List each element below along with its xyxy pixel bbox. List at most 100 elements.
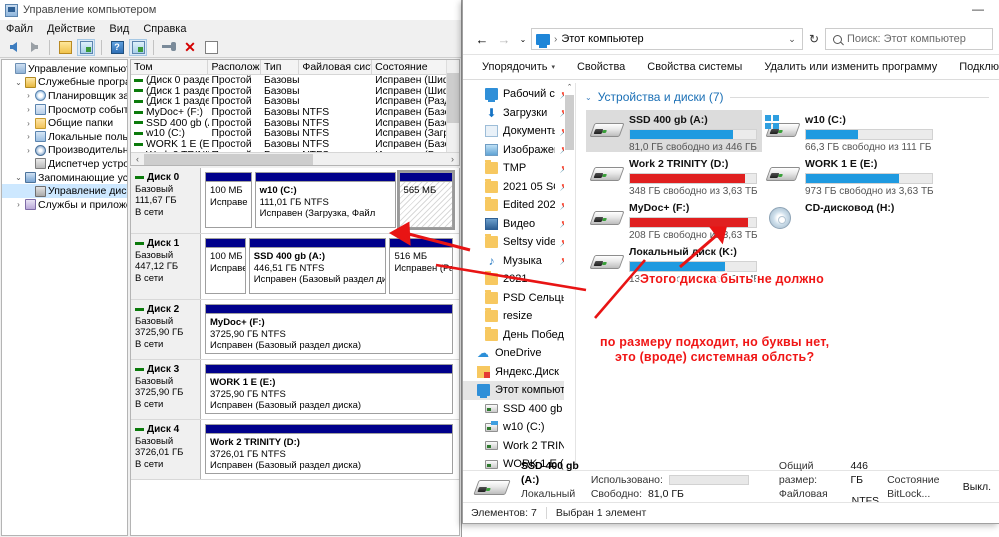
chevron-down-icon[interactable]: ⌄ [14,78,23,87]
chevron-down-icon[interactable]: ⌄ [585,93,592,102]
nav-item-11[interactable]: PSD Сельцы [463,289,575,308]
scroll-track[interactable] [144,153,446,165]
drive-tile[interactable]: CD-дисковод (H:) [762,198,938,240]
help-button[interactable]: ? [108,39,126,56]
nav-item-7[interactable]: Видео📌 [463,215,575,234]
menu-file[interactable]: Файл [6,23,33,35]
partition[interactable]: WORK 1 E (E:) 3725,90 ГБ NTFS Исправен (Ба… [205,364,453,414]
export-list-button[interactable] [202,39,220,56]
chevron-down-icon[interactable]: ⌄ [14,173,23,182]
volume-row[interactable]: (Диск 1 раздел 1)ПростойБазовыйИсправен … [131,86,459,97]
tree-item-5[interactable]: › Локальные пользоват [2,130,127,144]
properties-button[interactable] [77,38,95,56]
up-folder-button[interactable] [56,39,74,56]
tree-item-7[interactable]: Диспетчер устройств [2,157,127,171]
nav-item-3[interactable]: Изображени📌 [463,141,575,160]
nav-item-17[interactable]: SSD 400 gb (A:) [463,400,575,419]
nav-item-1[interactable]: ⬇Загрузки📌 [463,104,575,123]
scroll-right-icon[interactable]: › [446,154,459,164]
address-dropdown-icon[interactable]: ⌄ [784,34,800,45]
nav-item-5[interactable]: 2021 05 SOUL📌 [463,178,575,197]
volume-list[interactable]: Том Расположение Тип Файловая система Со… [130,59,460,166]
volume-row[interactable]: SSD 400 gb (A:)ПростойБазовыйNTFSИсправе… [131,118,459,129]
disk-row[interactable]: Диск 3 Базовый 3725,90 ГБ В сети WORK 1 E (E… [131,360,459,420]
col-fs[interactable]: Файловая система [299,60,373,74]
menu-view[interactable]: Вид [109,23,129,35]
tree-item-2[interactable]: › Планировщик заданий [2,89,127,103]
minimize-button[interactable]: — [963,0,993,18]
nav-pane-scrollbar[interactable]: ⌃ ⌄ [564,83,575,470]
drive-tile[interactable]: MyDoc+ (F:) 208 ГБ свободно из 3,63 ТБ [586,198,762,241]
partition[interactable]: 100 МБ Исправе [205,238,246,294]
chevron-right-icon[interactable]: › [24,91,33,100]
volume-row[interactable]: MyDoc+ (F:)ПростойБазовыйNTFSИсправен (Б… [131,107,459,118]
chevron-right-icon[interactable]: › [24,119,33,128]
volume-row[interactable]: (Диск 0 раздел 2)ПростойБазовыйИсправен … [131,75,459,86]
back-button[interactable]: ← [471,28,493,50]
partition[interactable]: 516 МБ Исправен (Ра [389,238,453,294]
forward-button[interactable]: → [493,28,515,50]
partition[interactable]: w10 (C:) 111,01 ГБ NTFS Исправен (Загрузка… [254,172,396,228]
map-network-drive-button[interactable]: Подключить сетевой диск [948,56,999,78]
disk-info[interactable]: Диск 4 Базовый 3726,01 ГБ В сети [131,420,201,479]
disk-graphical-view[interactable]: Диск 0 Базовый 111,67 ГБ В сети 100 МБ Исправ… [130,168,460,536]
drive-tile[interactable]: SSD 400 gb (A:) 81,0 ГБ свободно из 446 Г… [586,110,762,153]
disk-row[interactable]: Диск 2 Базовый 3725,90 ГБ В сети MyDoc+ (F:)… [131,300,459,360]
partition[interactable]: SSD 400 gb (A:) 446,51 ГБ NTFS Исправен (Б… [248,238,387,294]
drive-tile[interactable]: w10 (C:) 66,3 ГБ свободно из 111 ГБ [762,110,938,153]
scroll-up-icon[interactable]: ⌃ [564,83,575,94]
scroll-thumb[interactable] [144,153,314,165]
system-properties-button[interactable]: Свойства системы [636,56,753,78]
tree-item-6[interactable]: › Производительность [2,144,127,158]
tree-item-10[interactable]: › Службы и приложения [2,198,127,212]
configure-button[interactable] [160,39,178,56]
col-layout[interactable]: Расположение [208,60,261,74]
nav-item-15[interactable]: Яндекс.Диск [463,363,575,382]
nav-item-2[interactable]: Документы📌 [463,122,575,141]
disk-row[interactable]: Диск 4 Базовый 3726,01 ГБ В сети Work 2 TRIN… [131,420,459,480]
menu-action[interactable]: Действие [47,23,95,35]
volume-row[interactable]: (Диск 1 раздел 4)ПростойБазовыйИсправен … [131,96,459,107]
nav-item-18[interactable]: w10 (C:) [463,418,575,437]
tree-item-8[interactable]: ⌄ Запоминающие устройст [2,171,127,185]
breadcrumb-this-pc[interactable]: Этот компьютер [561,33,643,45]
nav-item-12[interactable]: resize [463,307,575,326]
chevron-right-icon[interactable]: › [24,132,33,141]
tree-item-1[interactable]: ⌄ Служебные программы [2,76,127,90]
console-tree[interactable]: Управление компьютером (л ⌄ Служебные прог… [1,59,128,536]
partition[interactable]: 565 МБ [396,170,456,230]
partition[interactable]: 100 МБ Исправе [205,172,252,228]
nav-item-19[interactable]: Work 2 TRINITY ( [463,437,575,456]
col-type[interactable]: Тип [261,60,300,74]
nav-scroll-thumb[interactable] [565,95,574,150]
navigation-pane[interactable]: Рабочий сто📌⬇Загрузки📌Документы📌Изображе… [463,83,576,470]
group-header-devices-and-drives[interactable]: ⌄ Устройства и диски (7) [576,83,999,104]
chevron-right-icon[interactable]: › [24,105,33,114]
back-button[interactable] [4,39,22,56]
volume-row[interactable]: WORK 1 E (E:)ПростойБазовыйNTFSИсправен … [131,139,459,150]
properties-button[interactable]: Свойства [566,56,636,78]
nav-item-9[interactable]: ♪Музыка📌 [463,252,575,271]
partition[interactable]: MyDoc+ (F:) 3725,90 ГБ NTFS Исправен (Базо… [205,304,453,354]
nav-item-13[interactable]: День Победы [463,326,575,345]
organize-button[interactable]: Упорядочить ▾ [471,56,566,78]
disk-row[interactable]: Диск 0 Базовый 111,67 ГБ В сети 100 МБ Исправ… [131,168,459,234]
forward-button[interactable] [25,39,43,56]
disk-info[interactable]: Диск 3 Базовый 3725,90 ГБ В сети [131,360,201,419]
search-box[interactable]: Поиск: Этот компьютер [825,28,993,50]
disk-info[interactable]: Диск 0 Базовый 111,67 ГБ В сети [131,168,201,233]
partition[interactable]: Work 2 TRINITY (D:) 3726,01 ГБ NTFS Исправ… [205,424,453,474]
chevron-right-icon[interactable]: › [14,200,23,209]
nav-item-16[interactable]: Этот компьютер [463,381,575,400]
volume-vertical-scrollbar[interactable] [446,60,459,152]
disk-info[interactable]: Диск 2 Базовый 3725,90 ГБ В сети [131,300,201,359]
uninstall-change-program-button[interactable]: Удалить или изменить программу [753,56,948,78]
nav-item-14[interactable]: ☁ OneDrive [463,344,575,363]
volume-row[interactable]: w10 (C:)ПростойБазовыйNTFSИсправен (Загр… [131,128,459,139]
col-volume[interactable]: Том [131,60,209,74]
nav-item-4[interactable]: TMP📌 [463,159,575,178]
console-tree-button[interactable] [129,38,147,56]
delete-button[interactable]: ✕ [181,39,199,56]
tree-item-0[interactable]: Управление компьютером (л [2,62,127,76]
nav-item-0[interactable]: Рабочий сто📌 [463,85,575,104]
